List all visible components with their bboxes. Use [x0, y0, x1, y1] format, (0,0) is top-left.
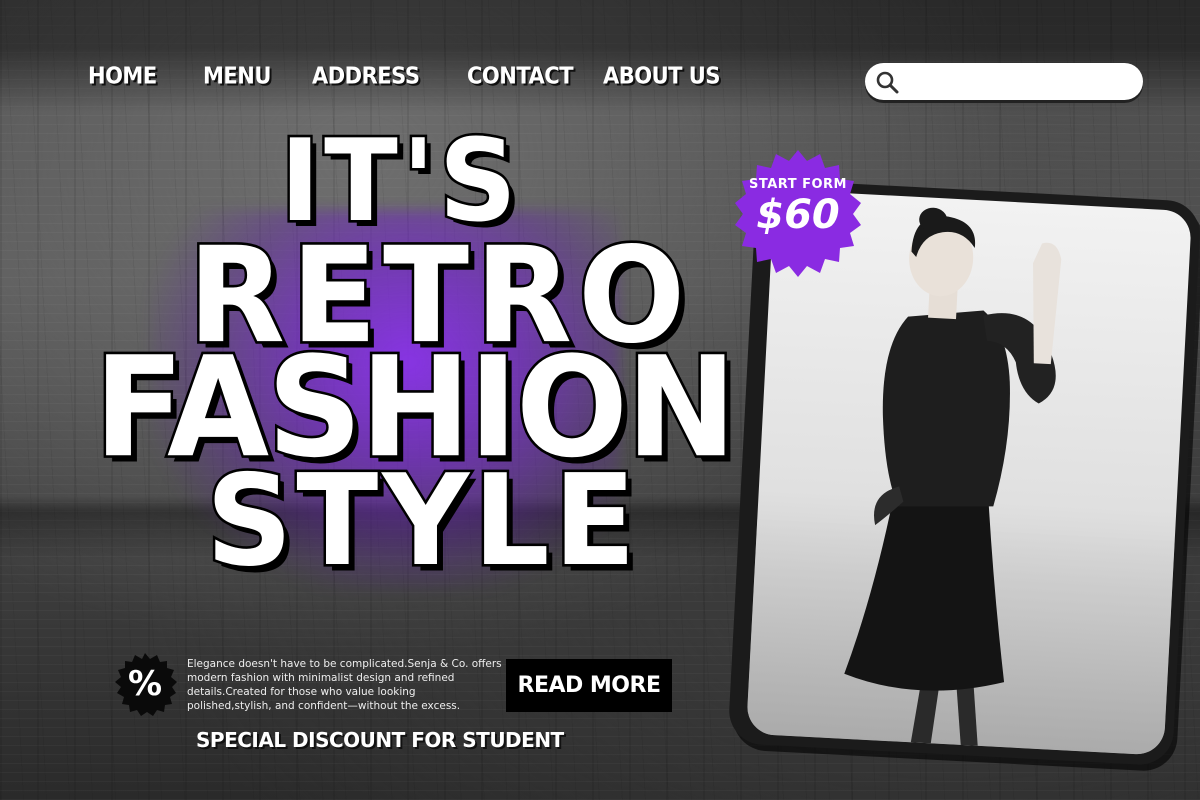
read-more-button[interactable]: READ MORE	[506, 659, 672, 712]
price-badge: START FORM $60	[733, 148, 863, 278]
percent-badge: %	[112, 652, 178, 718]
badge-price: $60	[756, 192, 840, 238]
headline-line-4: STYLE	[204, 448, 640, 595]
search-bar[interactable]	[865, 63, 1143, 100]
hero-headline: IT'S RETRO FASHION STYLE	[0, 0, 760, 600]
percent-icon: %	[127, 664, 163, 704]
promo-description: Elegance doesn't have to be complicated.…	[187, 658, 502, 712]
search-icon[interactable]	[875, 70, 899, 94]
student-discount-text: SPECIAL DISCOUNT FOR STUDENT	[196, 728, 564, 752]
search-input[interactable]	[905, 69, 1134, 95]
badge-label: START FORM	[749, 177, 847, 192]
